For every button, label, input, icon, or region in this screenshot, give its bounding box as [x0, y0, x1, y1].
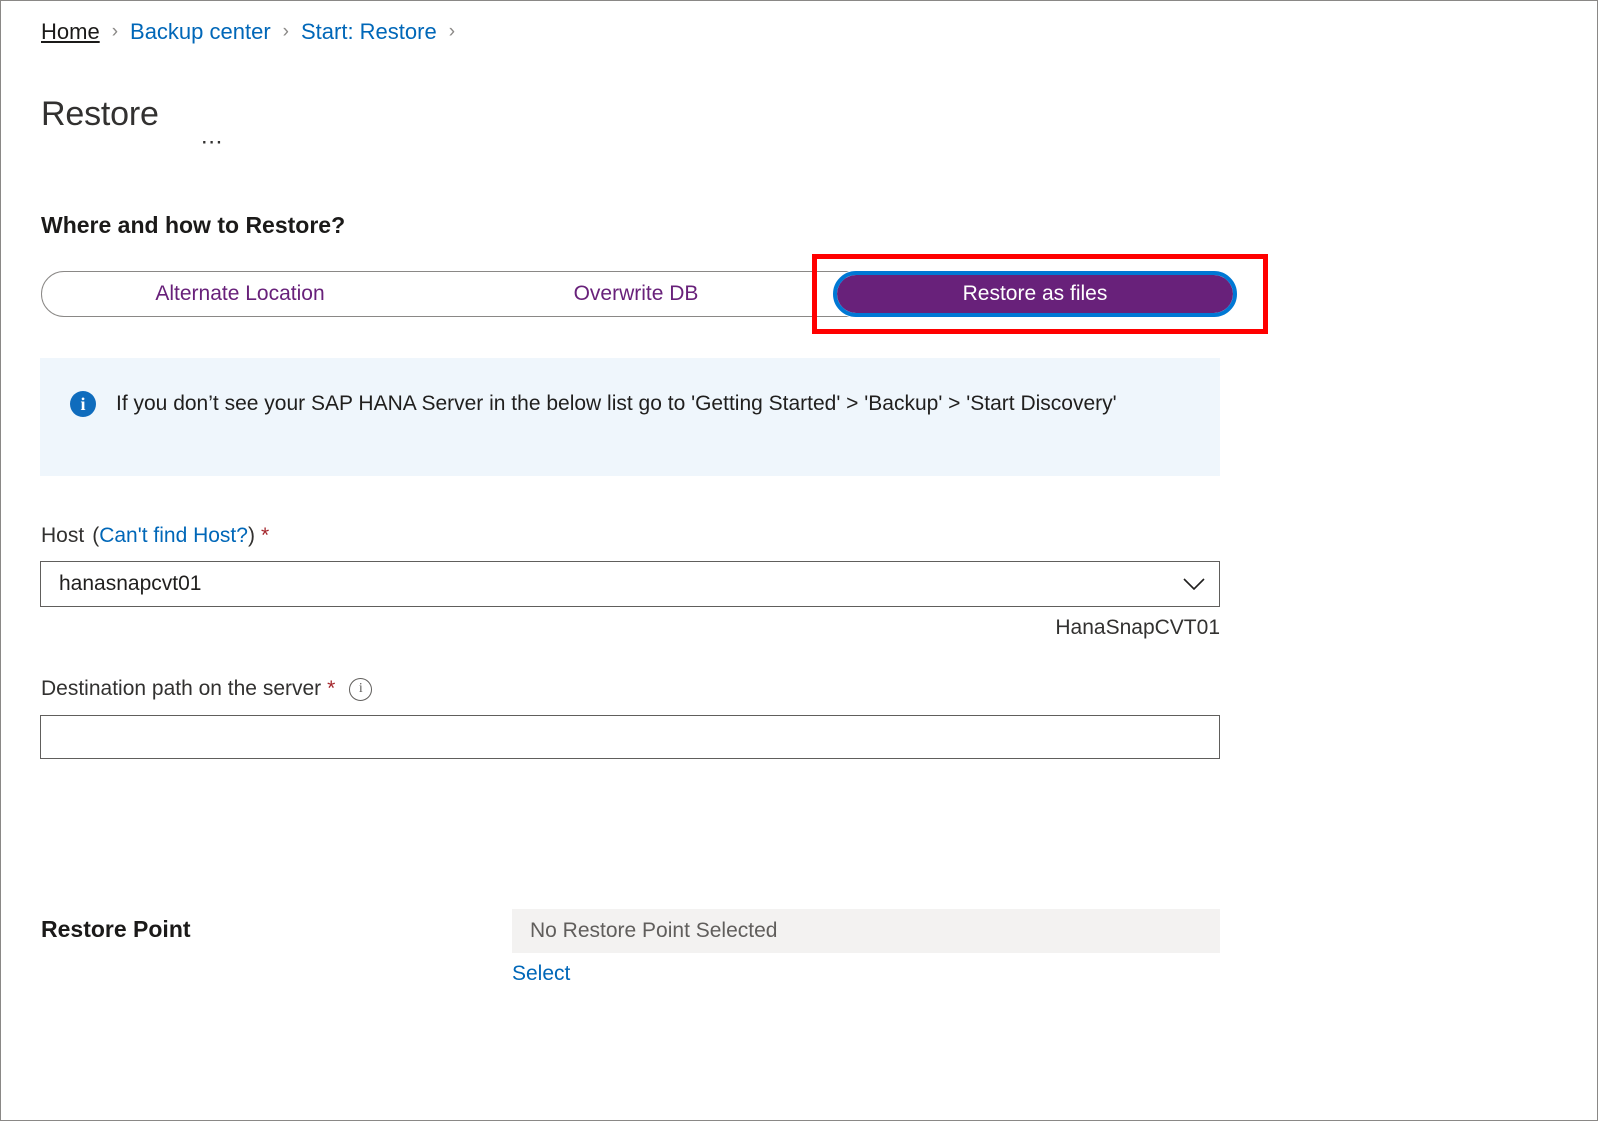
destination-required-asterisk: * — [327, 677, 336, 700]
host-helper-text: HanaSnapCVT01 — [1055, 616, 1220, 639]
restore-mode-tablist: Alternate Location Overwrite DB Restore … — [41, 271, 1237, 317]
restore-point-select-link[interactable]: Select — [512, 959, 570, 989]
chevron-right-icon: › — [448, 21, 456, 42]
restore-point-label: Restore Point — [41, 916, 191, 942]
info-icon: i — [70, 391, 96, 417]
restore-point-status: No Restore Point Selected — [512, 909, 1220, 953]
host-required-asterisk: * — [260, 524, 270, 547]
more-options-icon[interactable]: ⋯ — [201, 130, 225, 152]
section-heading: Where and how to Restore? — [41, 212, 346, 238]
host-link-paren-close: ) — [247, 524, 255, 547]
breadcrumb-item-home[interactable]: Home — [41, 17, 100, 47]
host-label-text: Host — [41, 524, 85, 547]
breadcrumb-item-start-restore[interactable]: Start: Restore — [301, 17, 437, 47]
host-dropdown[interactable]: hanasnapcvt01 — [40, 561, 1220, 607]
destination-path-input[interactable] — [40, 715, 1220, 759]
title-row: Restore ⋯ — [41, 69, 225, 159]
info-tooltip-icon[interactable]: i — [349, 677, 373, 701]
destination-path-label: Destination path on the server * i — [41, 675, 373, 703]
host-label: Host (Can't find Host?) * — [41, 522, 269, 550]
restore-blade: Home › Backup center › Start: Restore › … — [0, 0, 1598, 1121]
cant-find-host-link[interactable]: Can't find Host? — [99, 522, 248, 550]
tab-alternate-location[interactable]: Alternate Location — [42, 280, 438, 308]
chevron-right-icon: › — [111, 21, 119, 42]
tab-restore-as-files[interactable]: Restore as files — [833, 271, 1237, 317]
chevron-right-icon: › — [282, 21, 289, 42]
destination-path-label-text: Destination path on the server — [41, 677, 322, 700]
host-link-paren-open: ( — [92, 524, 100, 547]
info-banner-text: If you don’t see your SAP HANA Server in… — [116, 392, 1117, 415]
tab-overwrite-db[interactable]: Overwrite DB — [438, 280, 834, 308]
breadcrumb-item-backup-center[interactable]: Backup center — [130, 17, 271, 47]
info-banner: i If you don’t see your SAP HANA Server … — [40, 358, 1220, 476]
page-title: Restore — [41, 94, 159, 133]
host-dropdown-value: hanasnapcvt01 — [59, 572, 202, 595]
chevron-down-icon — [1183, 578, 1205, 590]
breadcrumb: Home › Backup center › Start: Restore › — [41, 17, 467, 47]
